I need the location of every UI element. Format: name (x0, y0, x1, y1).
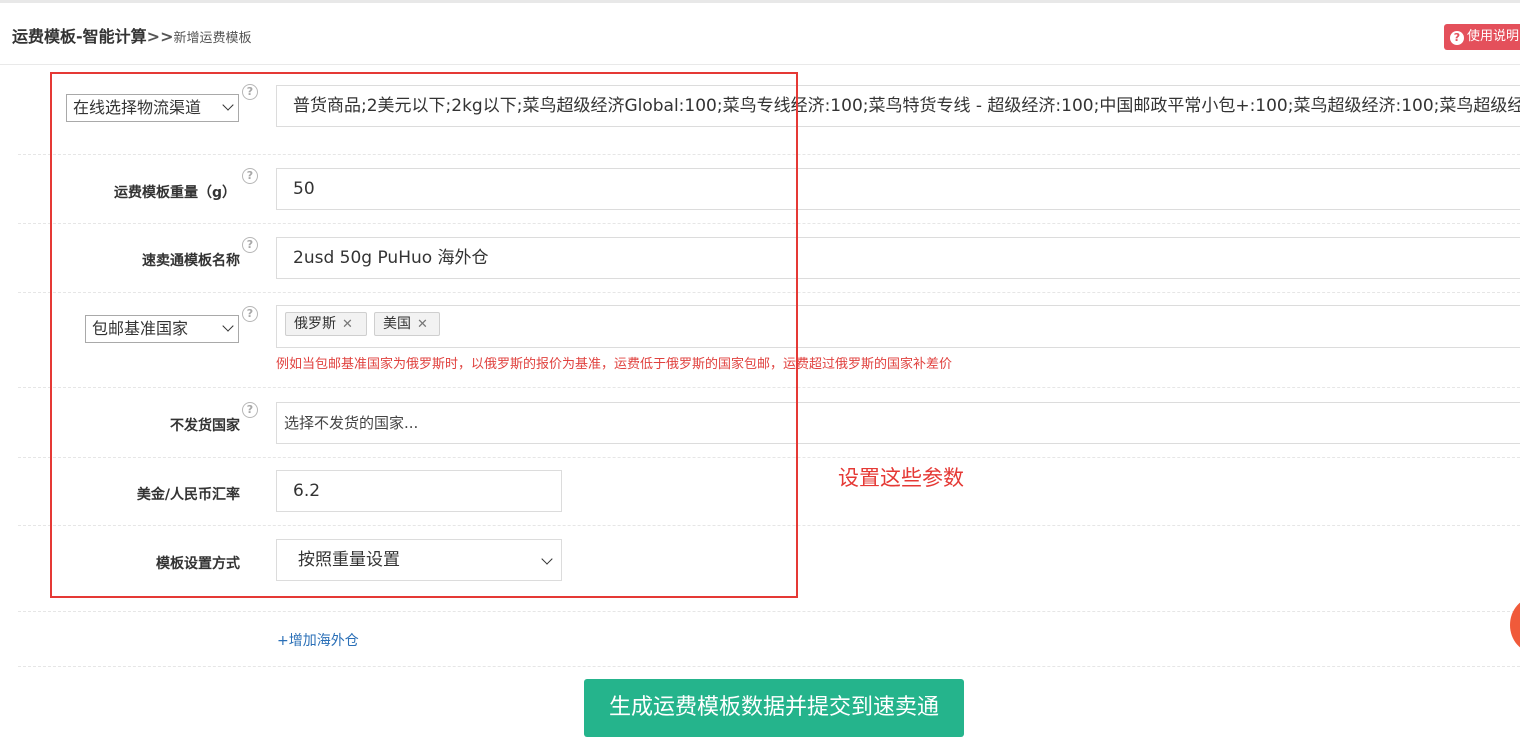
country-tag: 美国 ✕ (374, 312, 440, 336)
row-divider (18, 457, 1520, 458)
row-divider (18, 611, 1520, 612)
template-name-label: 速卖通模板名称 (142, 253, 240, 269)
remove-tag-icon[interactable]: ✕ (342, 314, 353, 336)
help-tooltip-icon[interactable]: ? (242, 306, 258, 322)
add-warehouse-link[interactable]: +增加海外仓 (277, 630, 359, 650)
page-header: 运费模板-智能计算>>新增运费模板 ? 使用说明 (0, 3, 1520, 65)
row-divider (18, 292, 1520, 293)
row-divider (18, 154, 1520, 155)
help-tooltip-icon[interactable]: ? (242, 84, 258, 100)
base-country-hint: 例如当包邮基准国家为俄罗斯时，以俄罗斯的报价为基准，运费低于俄罗斯的国家包邮，运… (276, 357, 953, 372)
breadcrumb: 运费模板-智能计算>>新增运费模板 (12, 23, 251, 47)
breadcrumb-separator: >> (146, 27, 174, 46)
chevron-down-icon (222, 99, 234, 111)
no-ship-label: 不发货国家 (170, 418, 240, 434)
setting-mode-label: 模板设置方式 (156, 556, 240, 572)
help-tooltip-icon[interactable]: ? (242, 168, 258, 184)
country-tag-label: 美国 (383, 316, 411, 332)
country-tag-label: 俄罗斯 (294, 316, 336, 332)
breadcrumb-current: 新增运费模板 (173, 31, 252, 46)
no-ship-country-input[interactable]: 选择不发货的国家... (276, 402, 1520, 444)
help-button[interactable]: ? 使用说明 (1444, 24, 1520, 50)
row-divider (18, 223, 1520, 224)
row-divider (18, 666, 1520, 667)
floating-action-button[interactable] (1510, 597, 1520, 653)
base-country-select[interactable]: 包邮基准国家 (85, 315, 239, 343)
exchange-rate-label: 美金/人民币汇率 (136, 487, 240, 503)
logistics-channel-field[interactable]: 普货商品;2美元以下;2kg以下;菜鸟超级经济Global:100;菜鸟专线经济… (276, 85, 1520, 127)
logistics-channel-select[interactable]: 在线选择物流渠道 (66, 94, 239, 122)
base-country-select-value: 包邮基准国家 (92, 319, 189, 338)
row-divider (18, 387, 1520, 388)
row-divider (18, 525, 1520, 526)
exchange-rate-input[interactable]: 6.2 (276, 470, 562, 512)
chevron-down-icon (222, 320, 234, 332)
setting-mode-select[interactable]: 按照重量设置 (276, 539, 562, 581)
logistics-channel-select-value: 在线选择物流渠道 (73, 98, 202, 117)
base-country-tag-input[interactable]: 俄罗斯 ✕ 美国 ✕ (276, 305, 1520, 348)
weight-label: 运费模板重量（g） (113, 185, 236, 201)
help-tooltip-icon[interactable]: ? (242, 237, 258, 253)
country-tag: 俄罗斯 ✕ (285, 312, 367, 336)
help-button-label: 使用说明 (1467, 29, 1520, 44)
annotation-text: 设置这些参数 (838, 466, 964, 490)
help-tooltip-icon[interactable]: ? (242, 402, 258, 418)
submit-button[interactable]: 生成运费模板数据并提交到速卖通 (584, 679, 964, 737)
setting-mode-select-value: 按照重量设置 (298, 550, 400, 570)
weight-input[interactable]: 50 (276, 168, 1520, 210)
remove-tag-icon[interactable]: ✕ (417, 314, 428, 336)
template-name-input[interactable]: 2usd 50g PuHuo 海外仓 (276, 237, 1520, 279)
question-icon: ? (1450, 31, 1464, 45)
page-title: 运费模板-智能计算 (12, 27, 147, 46)
chevron-down-icon (541, 553, 553, 565)
